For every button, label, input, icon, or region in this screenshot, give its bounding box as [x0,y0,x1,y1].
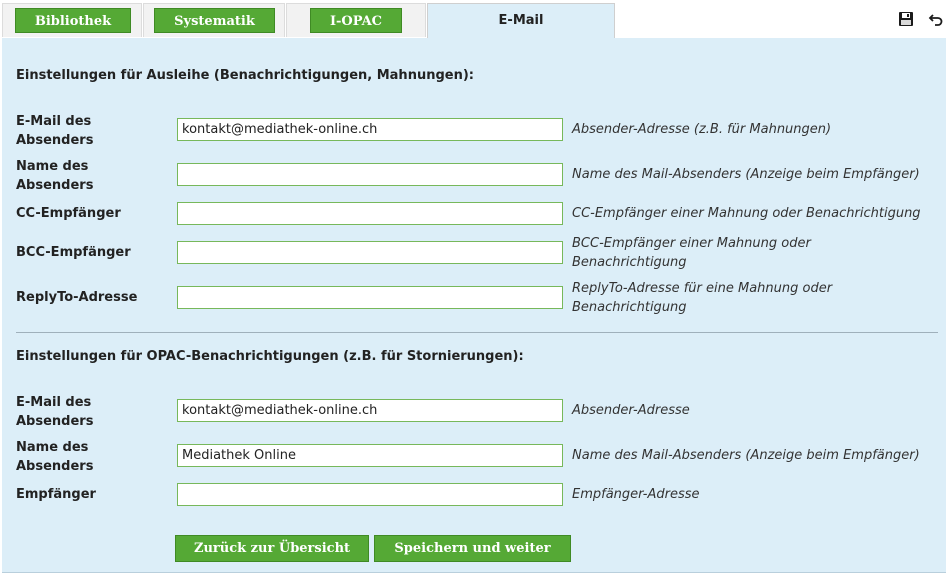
back-to-overview-button[interactable]: Zurück zur Übersicht [175,535,369,562]
replyto-address-input[interactable] [177,286,563,309]
email-settings-panel: Einstellungen für Ausleihe (Benachrichti… [2,38,946,573]
hint-opac-sender-name: Name des Mail-Absenders (Anzeige beim Em… [572,448,920,463]
tab-bibliothek[interactable]: Bibliothek [15,8,131,33]
tab-email[interactable]: E-Mail [427,3,615,39]
bcc-recipient-input[interactable] [177,241,563,264]
hint-opac-recipient: Empfänger-Adresse [572,487,700,502]
sender-name-input[interactable] [177,163,563,186]
hint-sender-email: Absender-Adresse (z.B. für Mahnungen) [572,122,832,137]
label-sender-email: E-Mail des Absenders [16,114,94,148]
label-opac-sender-name: Name des Absenders [16,440,94,474]
section-divider [16,332,938,333]
opac-sender-email-input[interactable] [177,399,563,422]
tab-systematik-container: Systematik [143,3,285,37]
label-opac-recipient: Empfänger [16,487,96,502]
label-cc-recipient: CC-Empfänger [16,206,121,221]
label-replyto-address: ReplyTo-Adresse [16,290,138,305]
tab-bibliothek-container: Bibliothek [2,3,142,37]
cc-recipient-input[interactable] [177,202,563,225]
tab-systematik[interactable]: Systematik [154,8,275,33]
opac-recipient-input[interactable] [177,483,563,506]
undo-icon[interactable] [928,11,944,27]
label-sender-name: Name des Absenders [16,159,94,193]
tab-bar: Bibliothek Systematik I-OPAC E-Mail [0,0,950,39]
label-bcc-recipient: BCC-Empfänger [16,245,131,260]
sender-email-input[interactable] [177,118,563,141]
opac-sender-name-input[interactable] [177,444,563,467]
tab-iopac-container: I-OPAC [286,3,426,37]
save-and-continue-button[interactable]: Speichern und weiter [374,535,571,562]
label-opac-sender-email: E-Mail des Absenders [16,395,94,429]
hint-replyto-address: ReplyTo-Adresse für eine Mahnung oder Ben… [572,281,833,315]
hint-cc-recipient: CC-Empfänger einer Mahnung oder Benachri… [572,206,921,221]
hint-opac-sender-email: Absender-Adresse [572,403,690,418]
section-title-opac: Einstellungen für OPAC-Benachrichtigunge… [16,349,524,364]
save-icon[interactable] [898,11,914,27]
tab-iopac[interactable]: I-OPAC [310,8,402,33]
hint-sender-name: Name des Mail-Absenders (Anzeige beim Em… [572,167,920,182]
section-title-ausleihe: Einstellungen für Ausleihe (Benachrichti… [16,68,474,83]
hint-bcc-recipient: BCC-Empfänger einer Mahnung oder Benachri… [572,236,811,270]
